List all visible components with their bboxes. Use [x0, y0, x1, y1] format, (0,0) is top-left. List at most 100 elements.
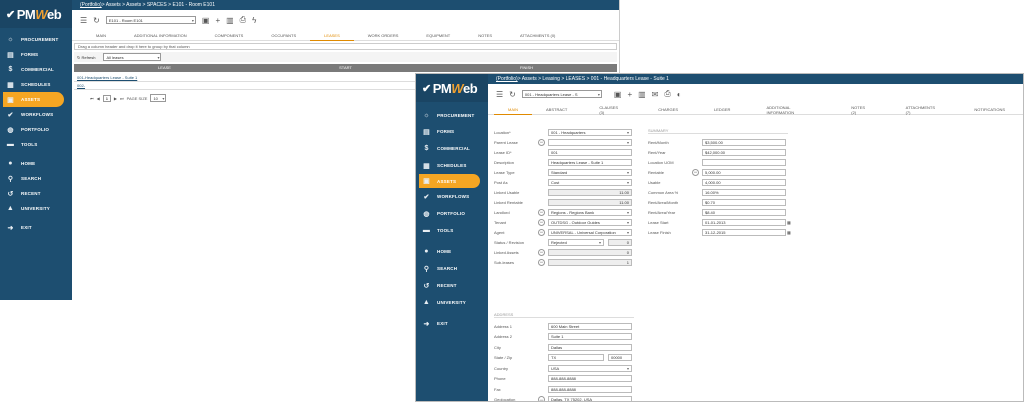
lookup-icon[interactable]: •••	[538, 138, 545, 146]
delete-icon[interactable]: ▥	[226, 16, 234, 25]
tab-additional-information[interactable]: ADDITIONAL INFORMATION	[120, 31, 201, 41]
add-icon[interactable]: +	[215, 16, 220, 25]
tab-notes[interactable]: NOTES	[464, 31, 506, 41]
calendar-icon[interactable]: ▦	[787, 230, 791, 235]
input-rent-month[interactable]: $3,500.00	[702, 138, 786, 146]
input-agent[interactable]: UNIVERSAL - Universal Corporation	[548, 228, 632, 236]
save-icon[interactable]: ▣	[614, 90, 622, 99]
lookup-icon[interactable]: •••	[538, 218, 545, 226]
lookup-icon[interactable]: •••	[692, 168, 699, 176]
input-lease-finish[interactable]: 31-12-2015	[702, 228, 786, 236]
last-page-icon[interactable]: ⏭	[120, 96, 124, 101]
input-rent-year[interactable]: $42,000.00	[702, 148, 786, 156]
input-state-zip[interactable]: TX	[548, 354, 604, 361]
email-icon[interactable]: ✉	[652, 90, 659, 99]
nav-portfolio[interactable]: ◍ PORTFOLIO	[416, 205, 488, 222]
input-location[interactable]: 001 - Headquarters	[548, 128, 632, 136]
nav-workflows[interactable]: ✔ WORKFLOWS	[0, 107, 72, 122]
lookup-icon[interactable]: •••	[538, 248, 545, 256]
lookup-icon[interactable]: •••	[538, 258, 545, 266]
input-status-revision-extra[interactable]: 0	[608, 238, 632, 246]
input-address-2[interactable]: Suite 1	[548, 333, 632, 340]
pmweb-logo[interactable]: ✔ PM Web	[416, 74, 488, 102]
column-finish[interactable]: FINISH	[436, 64, 617, 72]
nav-commercial[interactable]: $ COMMERCIAL	[0, 62, 72, 77]
nav-schedules[interactable]: ▦ SCHEDULES	[416, 157, 488, 174]
input-country[interactable]: USA	[548, 364, 632, 372]
history-icon[interactable]: ↻	[509, 90, 516, 99]
breadcrumb-portfolio-link[interactable]: (Portfolio)	[80, 2, 102, 8]
input-lease-id[interactable]: 001	[548, 148, 632, 156]
input-post-as[interactable]: Cost	[548, 178, 632, 186]
group-drop-area[interactable]: Drag a column header and drop it here to…	[74, 43, 617, 50]
tab-abstract[interactable]: ABSTRACT	[532, 105, 581, 115]
refresh-button[interactable]: ↻ Refresh	[77, 55, 95, 60]
tab-ledger[interactable]: LEDGER	[696, 105, 748, 115]
nav-procurement[interactable]: ☼ PROCUREMENT	[0, 32, 72, 47]
nav-university[interactable]: ▲ UNIVERSITY	[416, 294, 488, 311]
input-common-area[interactable]: 16.00%	[702, 188, 786, 196]
next-page-icon[interactable]: ▶	[114, 96, 117, 101]
record-select[interactable]: E101 - Room E101	[105, 16, 196, 24]
nav-forms[interactable]: ▤ FORMS	[0, 47, 72, 62]
tab-attachments[interactable]: ATTACHMENTS (7)	[888, 105, 957, 115]
nav-search[interactable]: ⚲ SEARCH	[0, 171, 72, 186]
nav-recent[interactable]: ↺ RECENT	[416, 277, 488, 294]
prev-page-icon[interactable]: ◀	[97, 96, 100, 101]
toggle-icon[interactable]: ◐	[677, 90, 682, 99]
input-location-uom[interactable]	[702, 158, 786, 166]
tab-leases[interactable]: LEASES	[310, 31, 354, 41]
input-rentable[interactable]: 5,000.00	[702, 168, 786, 176]
tab-clauses[interactable]: CLAUSES (3)	[581, 105, 640, 115]
nav-forms[interactable]: ▤ FORMS	[416, 123, 488, 140]
input-lease-start[interactable]: 01-01-2013	[702, 218, 786, 226]
input-geolocation[interactable]: Dallas, TX 75202, USA	[548, 396, 632, 401]
tab-attachments[interactable]: ATTACHMENTS (0)	[506, 31, 569, 41]
nav-home[interactable]: ● HOME	[0, 156, 72, 171]
page-size-select[interactable]: 10	[150, 94, 167, 102]
nav-exit[interactable]: ➜ EXIT	[0, 220, 72, 235]
nav-university[interactable]: ▲ UNIVERSITY	[0, 201, 72, 216]
column-lease[interactable]: LEASE	[74, 64, 255, 72]
tab-main[interactable]: MAIN	[494, 105, 532, 115]
action-icon[interactable]: ϟ	[252, 16, 256, 25]
input-description[interactable]: Headquarters Lease - Suite 1	[548, 158, 632, 166]
input-lease-type[interactable]: Standard	[548, 168, 632, 176]
add-icon[interactable]: +	[627, 90, 632, 99]
nav-assets[interactable]: ▣ ASSETS	[419, 174, 480, 188]
print-icon[interactable]: ⎙	[664, 89, 670, 99]
print-icon[interactable]: ⎙	[240, 15, 246, 25]
record-select[interactable]: 001 - Headquarters Lease - S	[521, 90, 602, 98]
input-usable[interactable]: 4,000.00	[702, 178, 786, 186]
nav-commercial[interactable]: $ COMMERCIAL	[416, 140, 488, 157]
page-number[interactable]: 1	[102, 94, 111, 102]
input-phone[interactable]: 888-888-8888	[548, 375, 632, 382]
input-rent-area-year[interactable]: $8.40	[702, 208, 786, 216]
nav-assets[interactable]: ▣ ASSETS	[3, 92, 64, 107]
nav-procurement[interactable]: ☼ PROCUREMENT	[416, 108, 488, 123]
lookup-icon[interactable]: •••	[538, 208, 545, 216]
save-icon[interactable]: ▣	[202, 16, 210, 25]
tab-work-orders[interactable]: WORK ORDERS	[354, 31, 413, 41]
tab-notifications[interactable]: NOTIFICATIONS	[956, 105, 1023, 115]
tab-charges[interactable]: CHARGES	[640, 105, 696, 115]
input-landlord[interactable]: Regions - Regions Bank	[548, 208, 632, 216]
tab-notes[interactable]: NOTES (2)	[833, 105, 887, 115]
input-status-revision[interactable]: Rejected	[548, 238, 604, 246]
nav-schedules[interactable]: ▦ SCHEDULES	[0, 77, 72, 92]
tab-components[interactable]: COMPONENTS	[201, 31, 258, 41]
input-tenant[interactable]: OUTDSG - Outdoor Guides	[548, 218, 632, 226]
history-icon[interactable]: ↻	[93, 16, 100, 25]
lease-filter-select[interactable]: All leases	[103, 53, 162, 61]
list-icon[interactable]: ☰	[80, 16, 87, 25]
breadcrumb-portfolio-link[interactable]: (Portfolio)	[496, 76, 518, 82]
nav-tools[interactable]: ▬ TOOLS	[0, 137, 72, 152]
input-state-zip-extra[interactable]: 00000	[608, 354, 632, 361]
nav-search[interactable]: ⚲ SEARCH	[416, 260, 488, 277]
tab-additional-information[interactable]: ADDITIONAL INFORMATION	[748, 105, 833, 115]
tab-equipment[interactable]: EQUIPMENT	[412, 31, 464, 41]
input-rent-area-month[interactable]: $0.70	[702, 198, 786, 206]
input-parent-lease[interactable]	[548, 138, 632, 146]
lookup-icon[interactable]: •••	[538, 228, 545, 236]
list-icon[interactable]: ☰	[496, 90, 503, 99]
